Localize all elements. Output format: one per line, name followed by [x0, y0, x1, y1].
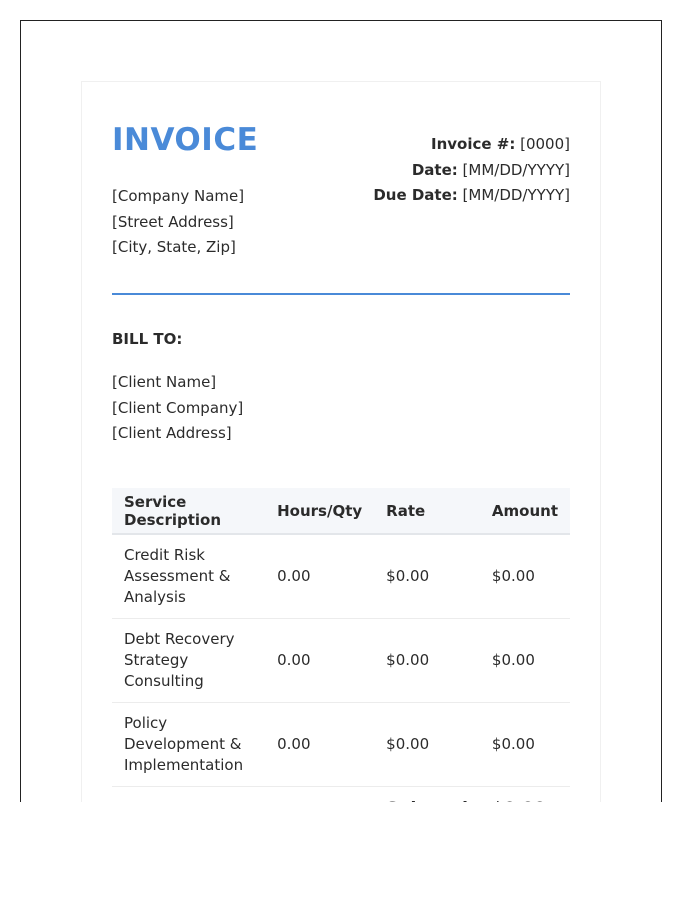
invoice-number-value: [0000] — [520, 135, 570, 153]
company-city: [City, State, Zip] — [112, 238, 236, 256]
company-street: [Street Address] — [112, 212, 234, 231]
header-service-description: Service Description — [112, 488, 266, 535]
client-block: [Client Name] [Client Company] [Client A… — [112, 370, 243, 447]
row-qty: 0.00 — [265, 618, 375, 703]
table-header-row: Service Description Hours/Qty Rate Amoun… — [112, 488, 570, 535]
row-description: Debt Recovery Strategy Consulting — [112, 618, 266, 703]
header-amount: Amount — [479, 488, 570, 535]
invoice-title: INVOICE — [112, 122, 259, 158]
company-block: [Company Name] [Street Address] [City, S… — [112, 184, 244, 261]
row-description: Policy Development & Implementation — [112, 702, 266, 787]
row-rate: $0.00 — [374, 534, 480, 619]
row-amount: $0.00 — [479, 702, 570, 787]
row-amount: $0.00 — [479, 618, 570, 703]
row-description: Credit Risk Assessment & Analysis — [112, 534, 266, 619]
subtotal-label: Subtotal — [374, 787, 480, 802]
invoice-date-label: Date: — [411, 160, 458, 179]
invoice-date-value: [MM/DD/YYYY] — [462, 160, 570, 179]
bill-to-label: BILL TO: — [112, 330, 183, 348]
row-rate: $0.00 — [374, 702, 480, 787]
invoice-number-label: Invoice #: — [430, 135, 516, 153]
subtotal-row: Subtotal $0.00 — [112, 787, 570, 802]
services-table: Service Description Hours/Qty Rate Amoun… — [112, 488, 570, 802]
table-row: Credit Risk Assessment & Analysis 0.00 $… — [112, 534, 570, 619]
client-company: [Client Company] — [112, 398, 244, 417]
row-qty: 0.00 — [265, 534, 375, 619]
document-frame: INVOICE [Company Name] [Street Address] … — [20, 20, 662, 802]
table-row: Debt Recovery Strategy Consulting 0.00 $… — [112, 618, 570, 703]
invoice-meta: Invoice #: [0000] Date: [MM/DD/YYYY] Due… — [373, 132, 570, 209]
header-divider — [112, 293, 570, 295]
company-name: [Company Name] — [112, 187, 245, 205]
header-hours-qty: Hours/Qty — [265, 488, 375, 535]
subtotal-value: $0.00 — [480, 787, 570, 802]
row-rate: $0.00 — [374, 618, 480, 703]
due-date-line: Due Date: [MM/DD/YYYY] — [373, 183, 570, 209]
client-name: [Client Name] — [112, 373, 217, 391]
invoice-sheet: INVOICE [Company Name] [Street Address] … — [81, 81, 601, 802]
client-address: [Client Address] — [112, 424, 232, 442]
row-qty: 0.00 — [265, 702, 375, 787]
row-amount: $0.00 — [479, 534, 570, 619]
invoice-number-line: Invoice #: [0000] — [373, 132, 570, 158]
due-date-value: [MM/DD/YYYY] — [462, 186, 570, 204]
header-rate: Rate — [374, 488, 480, 535]
table-row: Policy Development & Implementation 0.00… — [112, 702, 570, 787]
due-date-label: Due Date: — [373, 186, 458, 204]
invoice-date-line: Date: [MM/DD/YYYY] — [373, 158, 570, 184]
